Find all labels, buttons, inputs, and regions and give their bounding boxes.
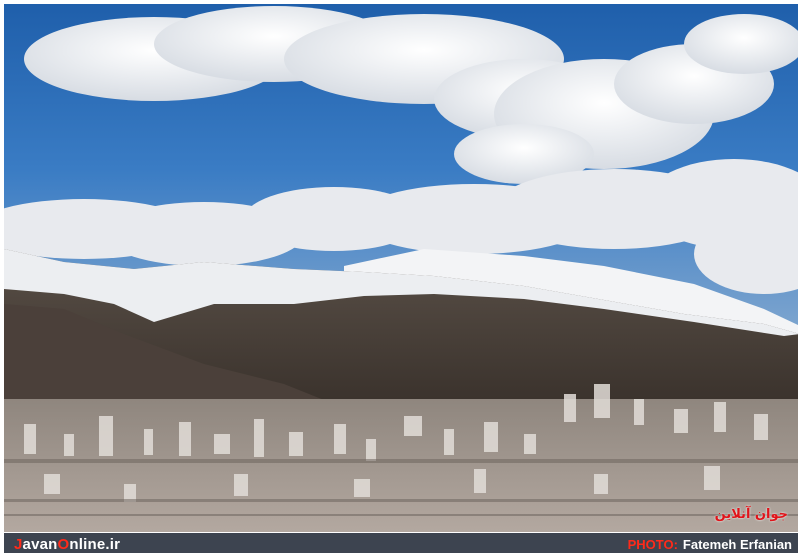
logo-rest: nline.ir xyxy=(69,535,121,553)
logo-initial: J xyxy=(14,535,23,553)
landscape-photo xyxy=(4,4,798,532)
logo-o: O xyxy=(57,535,70,553)
credit-label: PHOTO: xyxy=(627,536,678,552)
photo-credit: PHOTO: Fatemeh Erfanian xyxy=(628,537,792,552)
caption-bar: Javan Online.ir PHOTO: Fatemeh Erfanian xyxy=(4,533,798,553)
watermark-logo: جوان آنلاین xyxy=(714,507,788,522)
credit-name: Fatemeh Erfanian xyxy=(682,536,792,552)
site-logo: Javan Online.ir xyxy=(14,536,120,553)
photo-frame: جوان آنلاین Javan Online.ir PHOTO: Fateme… xyxy=(0,0,800,555)
logo-mid: avan xyxy=(22,535,58,553)
